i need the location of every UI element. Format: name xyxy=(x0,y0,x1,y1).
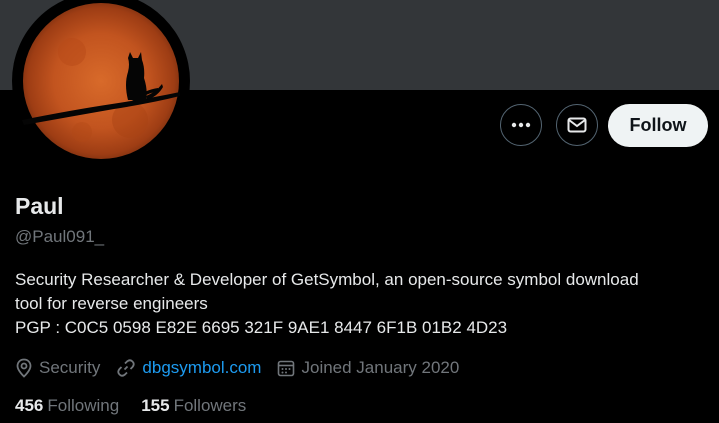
profile-name: Paul xyxy=(15,193,64,219)
following-label: Following xyxy=(47,396,120,415)
location-pin-icon xyxy=(16,358,32,378)
followers-count: 155 xyxy=(141,396,170,415)
calendar-icon xyxy=(278,360,295,377)
joined-item: Joined January 2020 xyxy=(277,358,459,378)
bio-line: tool for reverse engineers xyxy=(15,294,208,313)
followers-stat[interactable]: 155 Followers xyxy=(141,396,246,416)
location-text: Security xyxy=(39,358,101,377)
follow-button[interactable]: Follow xyxy=(608,104,708,147)
bio-line: PGP : C0C5 0598 E82E 6695 321F 9AE1 8447… xyxy=(15,318,508,337)
profile-stats: 456 Following 155 Followers xyxy=(15,396,268,416)
envelope-icon xyxy=(567,117,587,133)
bio-line: Security Researcher & Developer of GetSy… xyxy=(15,270,639,289)
website-item: dbgsymbol.com xyxy=(116,358,261,378)
profile-handle: @Paul091_ xyxy=(15,227,105,246)
following-stat[interactable]: 456 Following xyxy=(15,396,119,416)
more-horizontal-icon xyxy=(511,122,531,128)
joined-text: Joined January 2020 xyxy=(301,358,460,377)
website-link[interactable]: dbgsymbol.com xyxy=(142,358,261,378)
message-button[interactable] xyxy=(556,104,598,146)
profile-bio: Security Researcher & Developer of GetSy… xyxy=(15,268,710,340)
avatar[interactable] xyxy=(12,0,190,170)
link-icon xyxy=(117,359,136,377)
followers-label: Followers xyxy=(173,396,247,415)
avatar-moon-cat-image xyxy=(18,0,184,164)
following-count: 456 xyxy=(15,396,44,415)
location-item: Security xyxy=(15,358,100,378)
profile-meta: Security dbgsymbol.com Joined January 20… xyxy=(15,356,475,380)
more-options-button[interactable] xyxy=(500,104,542,146)
